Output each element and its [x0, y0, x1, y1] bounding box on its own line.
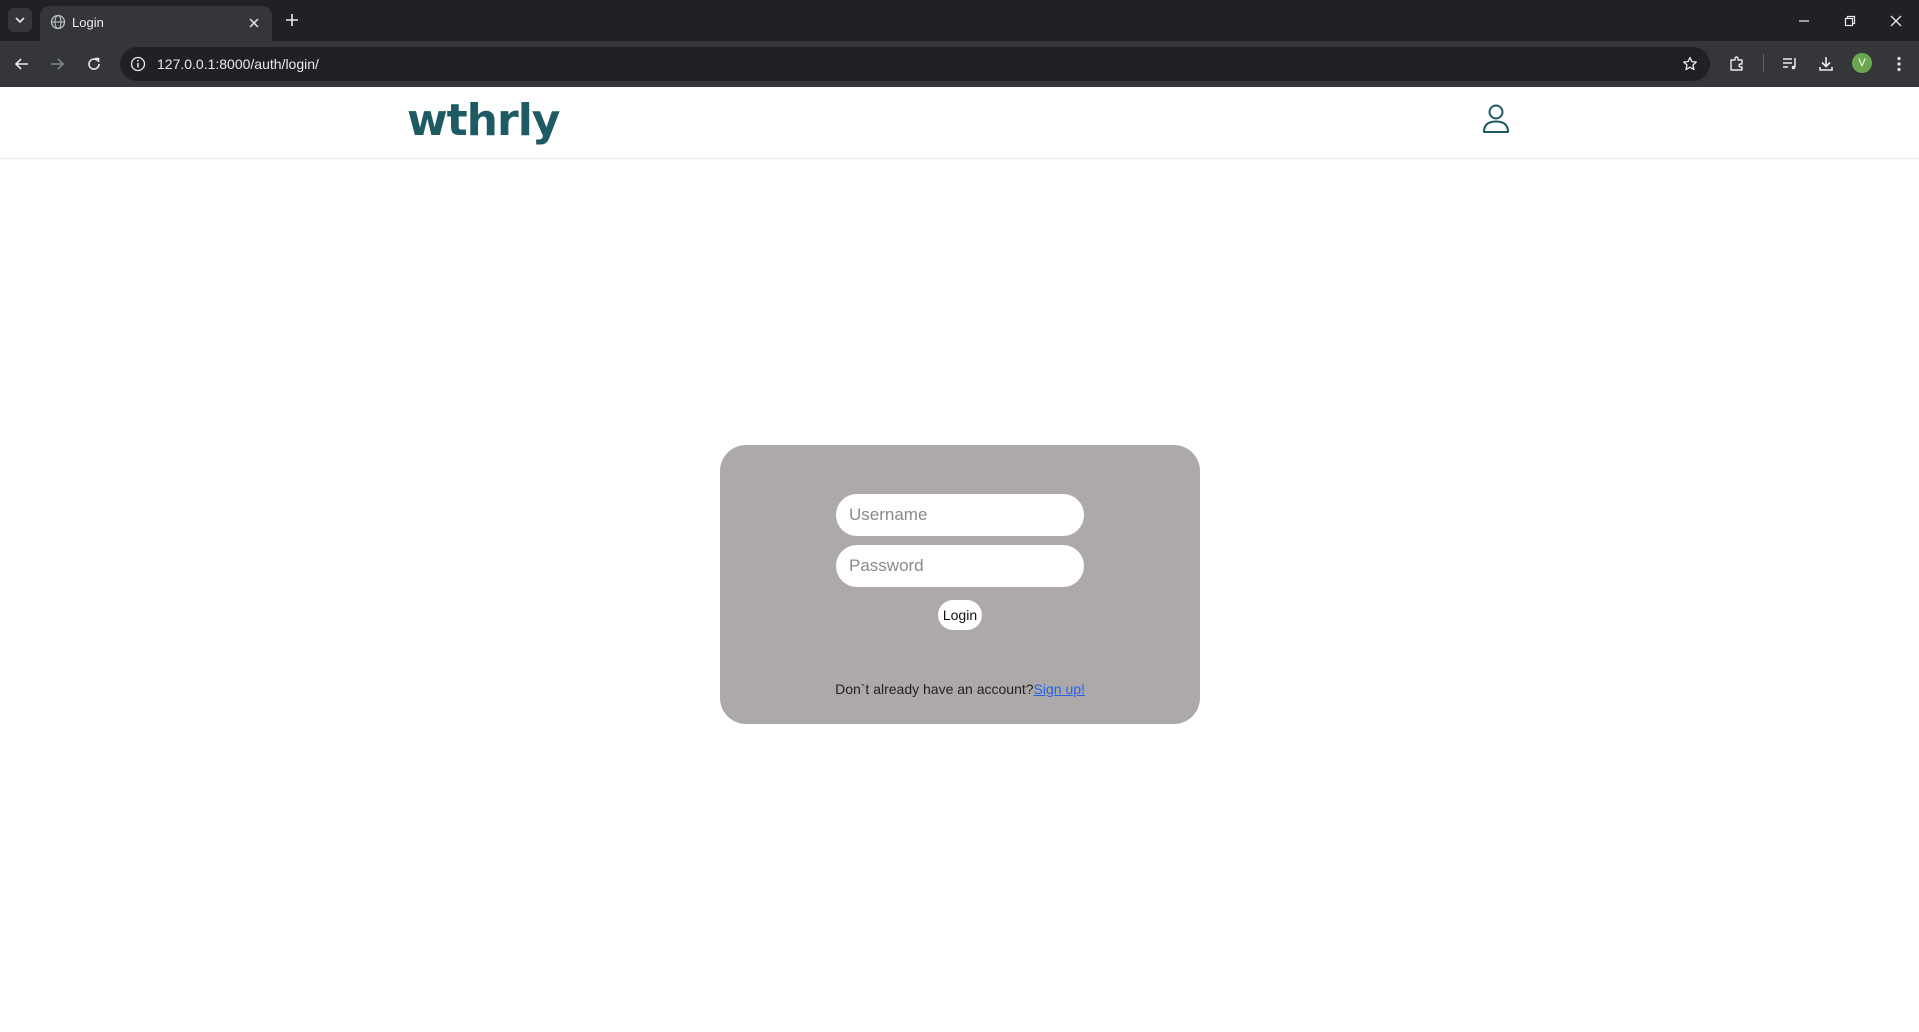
tab-search-button[interactable]: [8, 8, 32, 32]
chevron-down-icon: [15, 17, 25, 24]
signup-link[interactable]: Sign up!: [1034, 681, 1085, 697]
tab-title: Login: [72, 15, 104, 30]
playlist-icon: [1783, 58, 1796, 70]
window-controls: [1781, 0, 1919, 41]
address-bar[interactable]: 127.0.0.1:8000/auth/login/: [120, 47, 1710, 81]
forward-button[interactable]: [45, 52, 69, 76]
download-icon: [1819, 57, 1833, 71]
new-tab-button[interactable]: [280, 8, 304, 32]
minimize-icon: [1799, 19, 1809, 22]
login-card: Login Don`t already have an account?Sign…: [720, 445, 1200, 724]
media-control-button[interactable]: [1779, 53, 1801, 75]
site-header: wthrly: [0, 87, 1919, 159]
puzzle-icon: [1730, 56, 1743, 71]
downloads-button[interactable]: [1815, 53, 1837, 75]
plus-icon: [286, 14, 298, 26]
page-viewport: wthrly Login Don`t already have an accou…: [0, 87, 1919, 1032]
close-icon: [1890, 15, 1902, 26]
browser-toolbar: 127.0.0.1:8000/auth/login/: [0, 41, 1919, 87]
toolbar-divider: [1763, 54, 1764, 72]
signup-prompt-text: Don`t already have an account?: [835, 681, 1034, 697]
extensions-button[interactable]: [1726, 53, 1748, 75]
browser-tabstrip: Login: [0, 0, 1919, 41]
profile-avatar[interactable]: V: [1852, 53, 1872, 73]
more-vertical-icon: [1897, 56, 1901, 72]
arrow-right-icon: [51, 58, 65, 70]
restore-button[interactable]: [1827, 0, 1873, 41]
browser-menu-button[interactable]: [1888, 53, 1910, 75]
tab-login[interactable]: Login: [40, 6, 272, 41]
site-logo[interactable]: wthrly: [407, 95, 560, 146]
arrow-left-icon: [14, 58, 28, 70]
restore-icon: [1844, 15, 1856, 26]
close-window-button[interactable]: [1873, 0, 1919, 41]
minimize-button[interactable]: [1781, 0, 1827, 41]
back-button[interactable]: [10, 52, 34, 76]
bookmark-star-icon[interactable]: [1680, 54, 1700, 74]
url-text[interactable]: 127.0.0.1:8000/auth/login/: [157, 56, 319, 72]
username-input[interactable]: [836, 494, 1084, 536]
signup-prompt-line: Don`t already have an account?Sign up!: [720, 681, 1200, 697]
info-icon[interactable]: [128, 54, 148, 74]
close-icon[interactable]: [244, 13, 264, 33]
login-button[interactable]: Login: [938, 600, 982, 630]
password-input[interactable]: [836, 545, 1084, 587]
user-account-icon[interactable]: [1481, 103, 1511, 135]
globe-icon: [50, 14, 66, 30]
reload-button[interactable]: [82, 52, 106, 76]
reload-icon: [88, 57, 100, 70]
